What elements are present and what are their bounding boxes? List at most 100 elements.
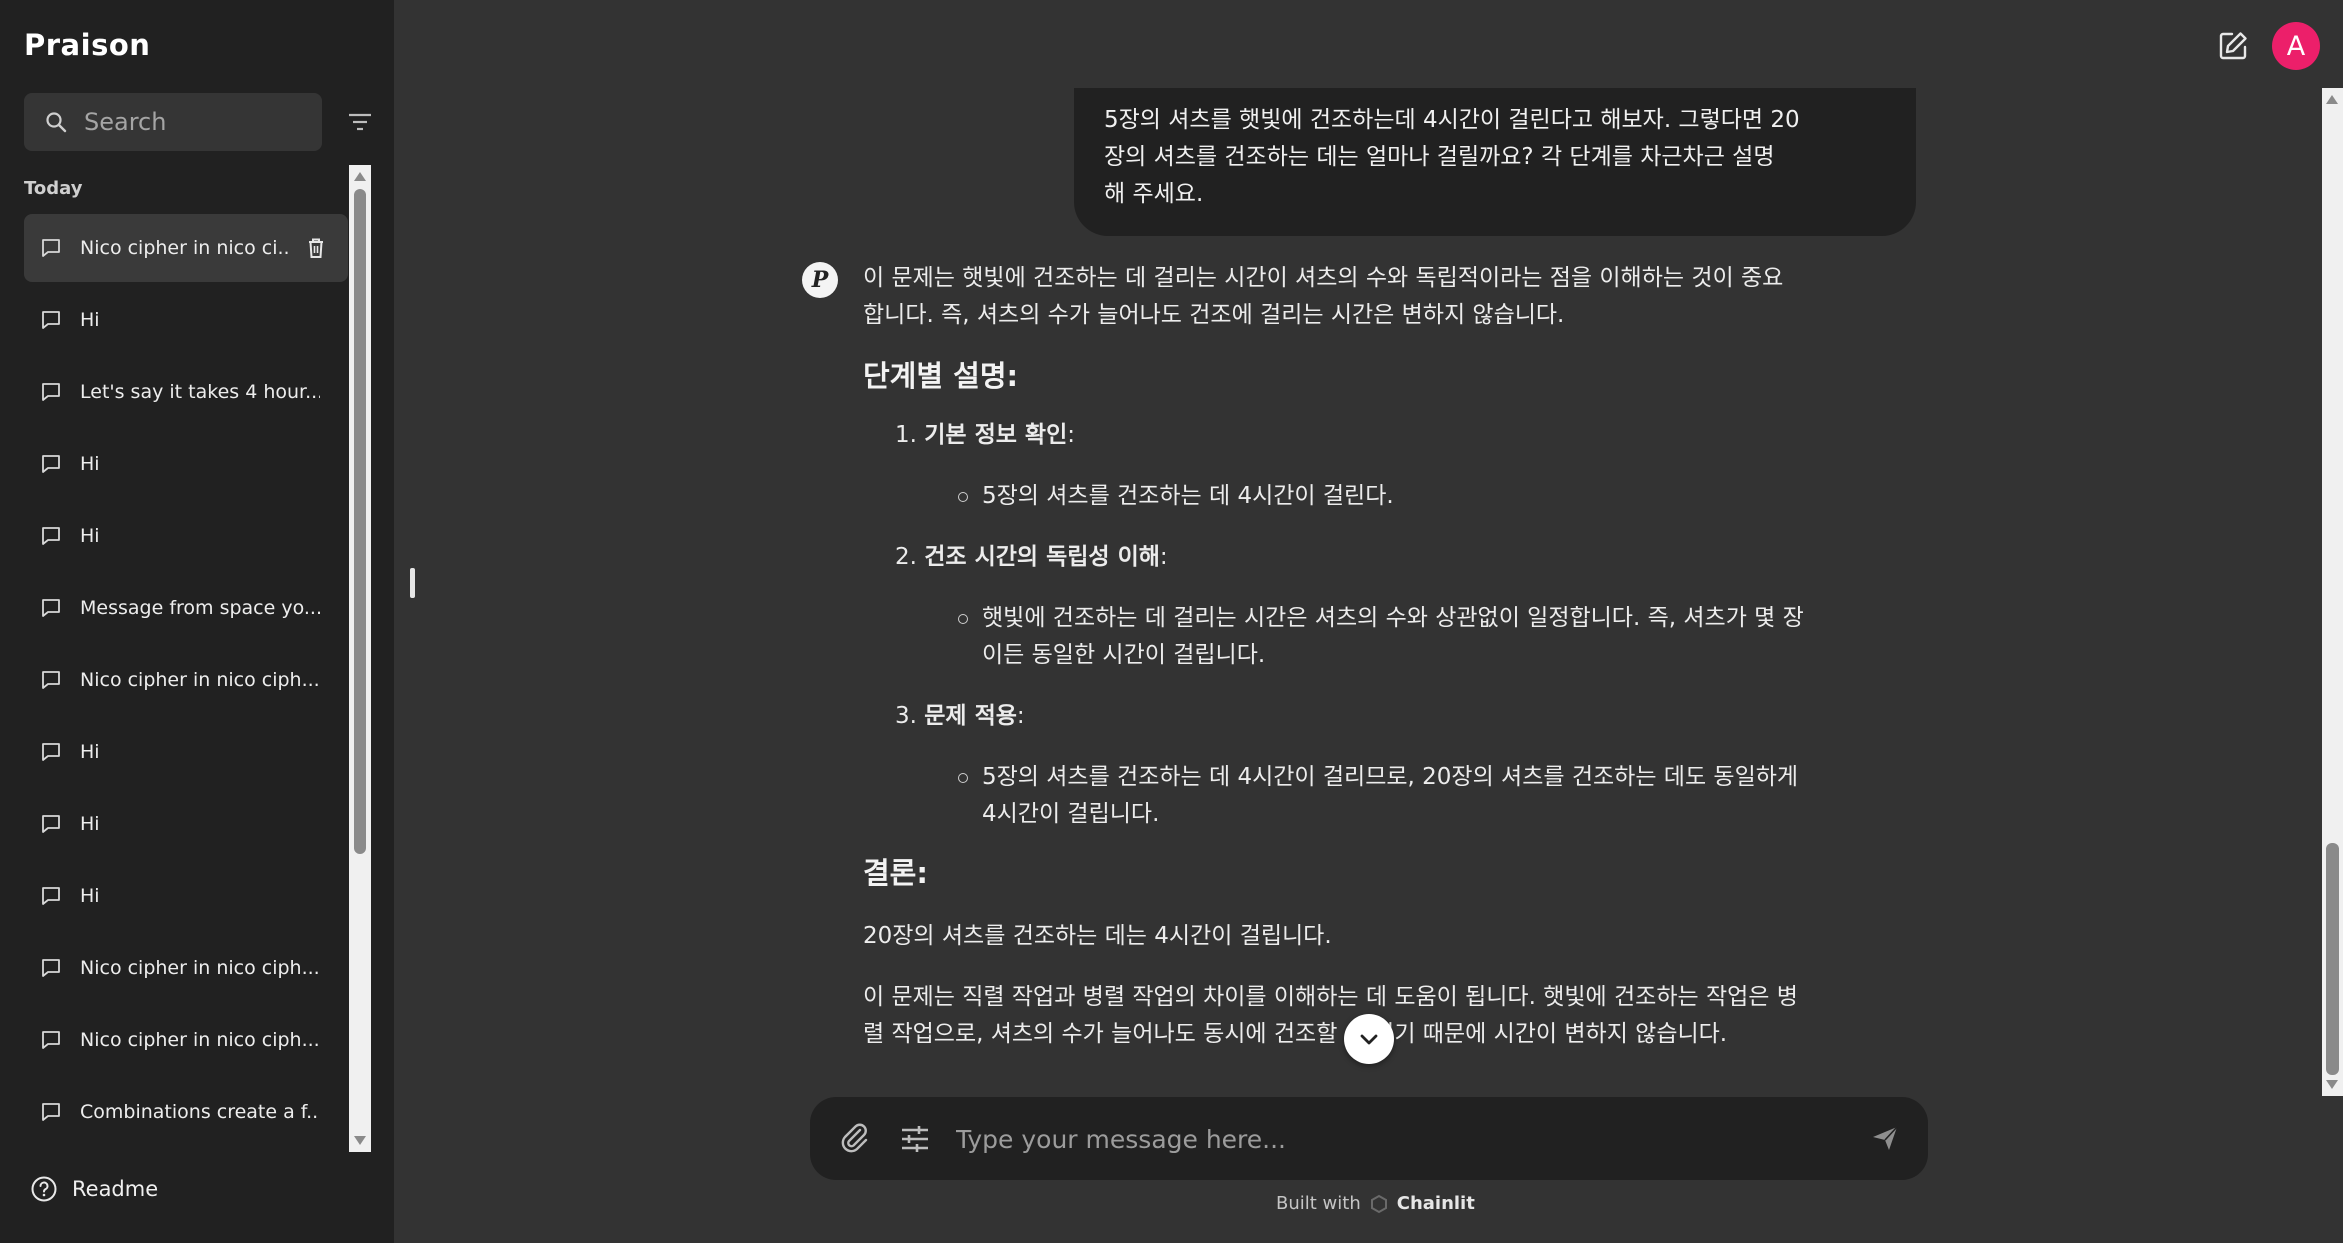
step-number: 3. [895, 703, 917, 729]
chat-bubble-icon [42, 815, 60, 833]
chevron-down-icon [1360, 1034, 1378, 1045]
thread-item[interactable]: Nico cipher in nico ciph... [24, 1006, 348, 1074]
step-detail: 햇빛에 건조하는 데 걸리는 시간은 셔츠의 수와 상관없이 일정합니다. 즉,… [958, 600, 1923, 674]
chat-bubble-icon [42, 383, 60, 401]
thread-label: Hi [80, 453, 100, 475]
chat-bubble-icon [42, 455, 60, 473]
thread-label: Hi [80, 741, 100, 763]
chat-scrollbar[interactable] [2322, 88, 2343, 1096]
chat-bubble-icon [42, 311, 60, 329]
scroll-up-arrow-icon[interactable] [2326, 95, 2338, 104]
thread-list: Nico cipher in nico ci... Hi Let's say it … [24, 214, 348, 1150]
chat-bubble-icon [42, 671, 60, 689]
step-detail-line: 5장의 셔츠를 건조하는 데 4시간이 걸리므로, 20장의 셔츠를 건조하는 … [982, 764, 1799, 790]
step-item: 2. 건조 시간의 독립성 이해: 햇빛에 건조하는 데 걸리는 시간은 셔츠의… [863, 539, 1923, 674]
thread-item[interactable]: Let's say it takes 4 hour... [24, 358, 348, 426]
scroll-up-arrow-icon[interactable] [354, 172, 366, 181]
sidebar-resize-handle[interactable] [410, 568, 415, 598]
thread-label: Hi [80, 813, 100, 835]
settings-sliders-icon[interactable] [898, 1122, 932, 1156]
thread-item[interactable]: Hi [24, 862, 348, 930]
step-colon: : [1067, 422, 1075, 448]
message-input[interactable] [956, 1119, 1836, 1159]
footer-credit[interactable]: Built with Chainlit [1276, 1193, 1475, 1214]
logo-text: Praison [24, 28, 151, 62]
search-box[interactable] [24, 93, 322, 151]
chat-bubble-icon [42, 1103, 60, 1121]
step-title-text: 건조 시간의 독립성 이해 [924, 544, 1160, 570]
scroll-down-arrow-icon[interactable] [354, 1136, 366, 1145]
scroll-to-bottom-button[interactable] [1344, 1014, 1394, 1064]
chainlit-brand: Chainlit [1396, 1193, 1475, 1214]
thread-label: Hi [80, 525, 100, 547]
help-circle-icon [31, 1176, 57, 1202]
thread-label: Nico cipher in nico ciph... [80, 669, 320, 691]
step-detail: 5장의 셔츠를 건조하는 데 4시간이 걸리므로, 20장의 셔츠를 건조하는 … [958, 759, 1923, 833]
thread-label: Nico cipher in nico ciph... [80, 957, 320, 979]
built-with-label: Built with [1276, 1193, 1361, 1214]
step-item: 1. 기본 정보 확인: 5장의 셔츠를 건조하는 데 4시간이 걸린다. [863, 417, 1923, 515]
thread-item[interactable]: Message from space yo... [24, 574, 348, 642]
app-logo[interactable]: Praison [24, 24, 150, 66]
chainlit-icon [1370, 1194, 1387, 1213]
assistant-avatar: P [802, 262, 838, 298]
final-line: 이 문제는 직렬 작업과 병렬 작업의 차이를 이해하는 데 도움이 됩니다. … [863, 984, 1798, 1010]
thread-item[interactable]: Nico cipher in nico ci... [24, 214, 348, 282]
sidebar-scrollbar[interactable] [349, 165, 371, 1152]
step-title-text: 기본 정보 확인 [924, 422, 1068, 448]
scroll-down-arrow-icon[interactable] [2326, 1080, 2338, 1089]
sidebar-scroll-thumb[interactable] [354, 189, 366, 854]
thread-label: Hi [80, 309, 100, 331]
sidebar: Praison Today Nico cipher in nico ci... H… [0, 0, 394, 1243]
intro-line: 합니다. 즉, 셔츠의 수가 늘어나도 건조에 걸리는 시간은 변하지 않습니다… [863, 302, 1565, 328]
step-colon: : [1159, 544, 1168, 570]
step-title-text: 문제 적용 [924, 703, 1017, 729]
trash-icon[interactable] [306, 237, 326, 259]
step-detail-line: 햇빛에 건조하는 데 걸리는 시간은 셔츠의 수와 상관없이 일정합니다. 즉,… [982, 605, 1804, 631]
search-icon [46, 112, 67, 133]
step-title: 3. 문제 적용: [895, 698, 1923, 735]
thread-label: Nico cipher in nico ci... [80, 237, 290, 259]
thread-item[interactable]: Hi [24, 790, 348, 858]
step-detail: 5장의 셔츠를 건조하는 데 4시간이 걸린다. [958, 478, 1923, 515]
step-colon: : [1016, 703, 1025, 729]
thread-label: Combinations create a f... [80, 1101, 320, 1123]
section-label-today: Today [24, 178, 83, 199]
step-title: 2. 건조 시간의 독립성 이해: [895, 539, 1923, 576]
thread-item[interactable]: Hi [24, 286, 348, 354]
readme-label: Readme [72, 1177, 159, 1201]
thread-item[interactable]: Nico cipher in nico ciph... [24, 646, 348, 714]
send-icon[interactable] [1870, 1123, 1900, 1153]
step-detail-line: 5장의 셔츠를 건조하는 데 4시간이 걸린다. [982, 483, 1394, 509]
message-composer [810, 1097, 1928, 1180]
thread-item[interactable]: Combinations create a f... [24, 1078, 348, 1146]
assistant-message: 이 문제는 햇빛에 건조하는 데 걸리는 시간이 셔츠의 수와 독립적이라는 점… [863, 260, 1923, 1053]
readme-link[interactable]: Readme [30, 1175, 158, 1203]
steps-heading: 단계별 설명: [863, 359, 1019, 393]
user-message-line: 장의 셔츠를 건조하는 데는 얼마나 걸릴까요? 각 단계를 차근차근 설명 [1104, 144, 1775, 170]
user-message-line: 5장의 셔츠를 햇빛에 건조하는데 4시간이 걸린다고 해보자. 그렇다면 20 [1104, 107, 1800, 133]
chat-bubble-icon [42, 239, 60, 257]
conclusion-text: 20장의 셔츠를 건조하는 데는 4시간이 걸립니다. [863, 923, 1332, 949]
step-detail-line: 이든 동일한 시간이 걸립니다. [982, 642, 1266, 668]
paperclip-icon[interactable] [836, 1120, 872, 1156]
thread-item[interactable]: Hi [24, 718, 348, 786]
intro-line: 이 문제는 햇빛에 건조하는 데 걸리는 시간이 셔츠의 수와 독립적이라는 점… [863, 265, 1784, 291]
chat-scroll-thumb[interactable] [2326, 843, 2339, 1075]
chat-bubble-icon [42, 599, 60, 617]
conclusion-heading: 결론: [863, 856, 928, 890]
thread-label: Message from space yo... [80, 597, 320, 619]
chat-bubble-icon [42, 743, 60, 761]
thread-item[interactable]: Hi [24, 430, 348, 498]
user-avatar[interactable]: A [2272, 22, 2320, 70]
chat-bubble-icon [42, 959, 60, 977]
thread-item[interactable]: Hi [24, 502, 348, 570]
step-title: 1. 기본 정보 확인: [895, 417, 1923, 454]
thread-label: Hi [80, 885, 100, 907]
search-input[interactable] [84, 108, 294, 136]
new-chat-icon[interactable] [2216, 29, 2250, 63]
thread-item[interactable]: Nico cipher in nico ciph... [24, 934, 348, 1002]
filter-icon[interactable] [345, 107, 375, 137]
thread-label: Nico cipher in nico ciph... [80, 1029, 320, 1051]
step-item: 3. 문제 적용: 5장의 셔츠를 건조하는 데 4시간이 걸리므로, 20장의… [863, 698, 1923, 833]
